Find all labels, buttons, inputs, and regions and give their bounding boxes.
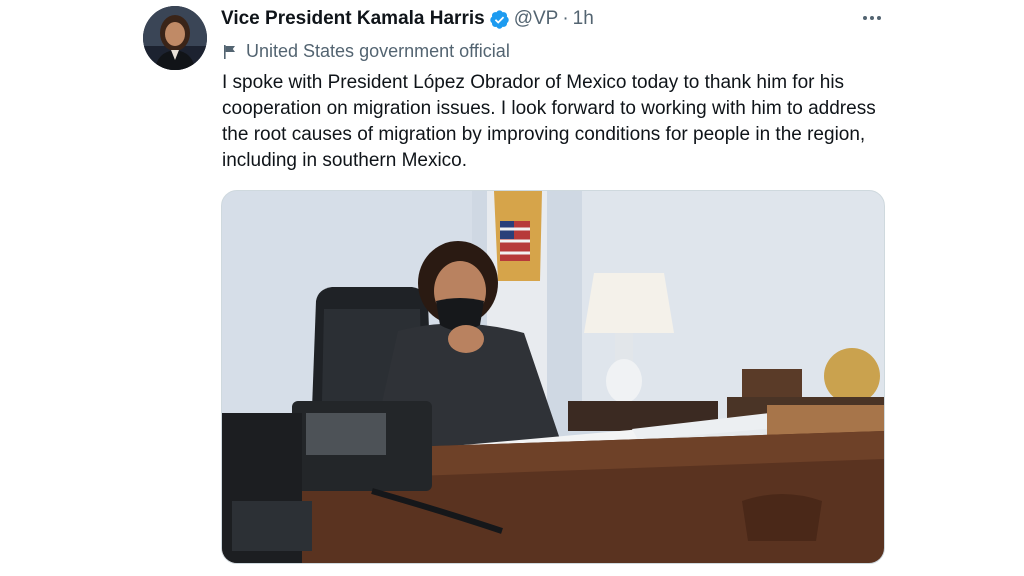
government-label-text: United States government official (246, 41, 510, 61)
tweet-text: I spoke with President López Obrador of … (222, 72, 876, 171)
more-options-icon[interactable] (858, 4, 886, 32)
verified-badge-icon (489, 9, 510, 30)
tweet-header: Vice President Kamala Harris @VP · 1h (221, 8, 594, 30)
flag-icon (224, 44, 235, 59)
tweet-photo[interactable] (221, 190, 885, 564)
author-avatar[interactable] (143, 6, 207, 70)
tweet-timestamp[interactable]: 1h (573, 8, 594, 30)
author-handle[interactable]: @VP (514, 8, 559, 30)
author-name[interactable]: Vice President Kamala Harris (221, 8, 485, 30)
header-separator: · (562, 8, 569, 29)
government-label[interactable]: United States government official (222, 41, 510, 62)
